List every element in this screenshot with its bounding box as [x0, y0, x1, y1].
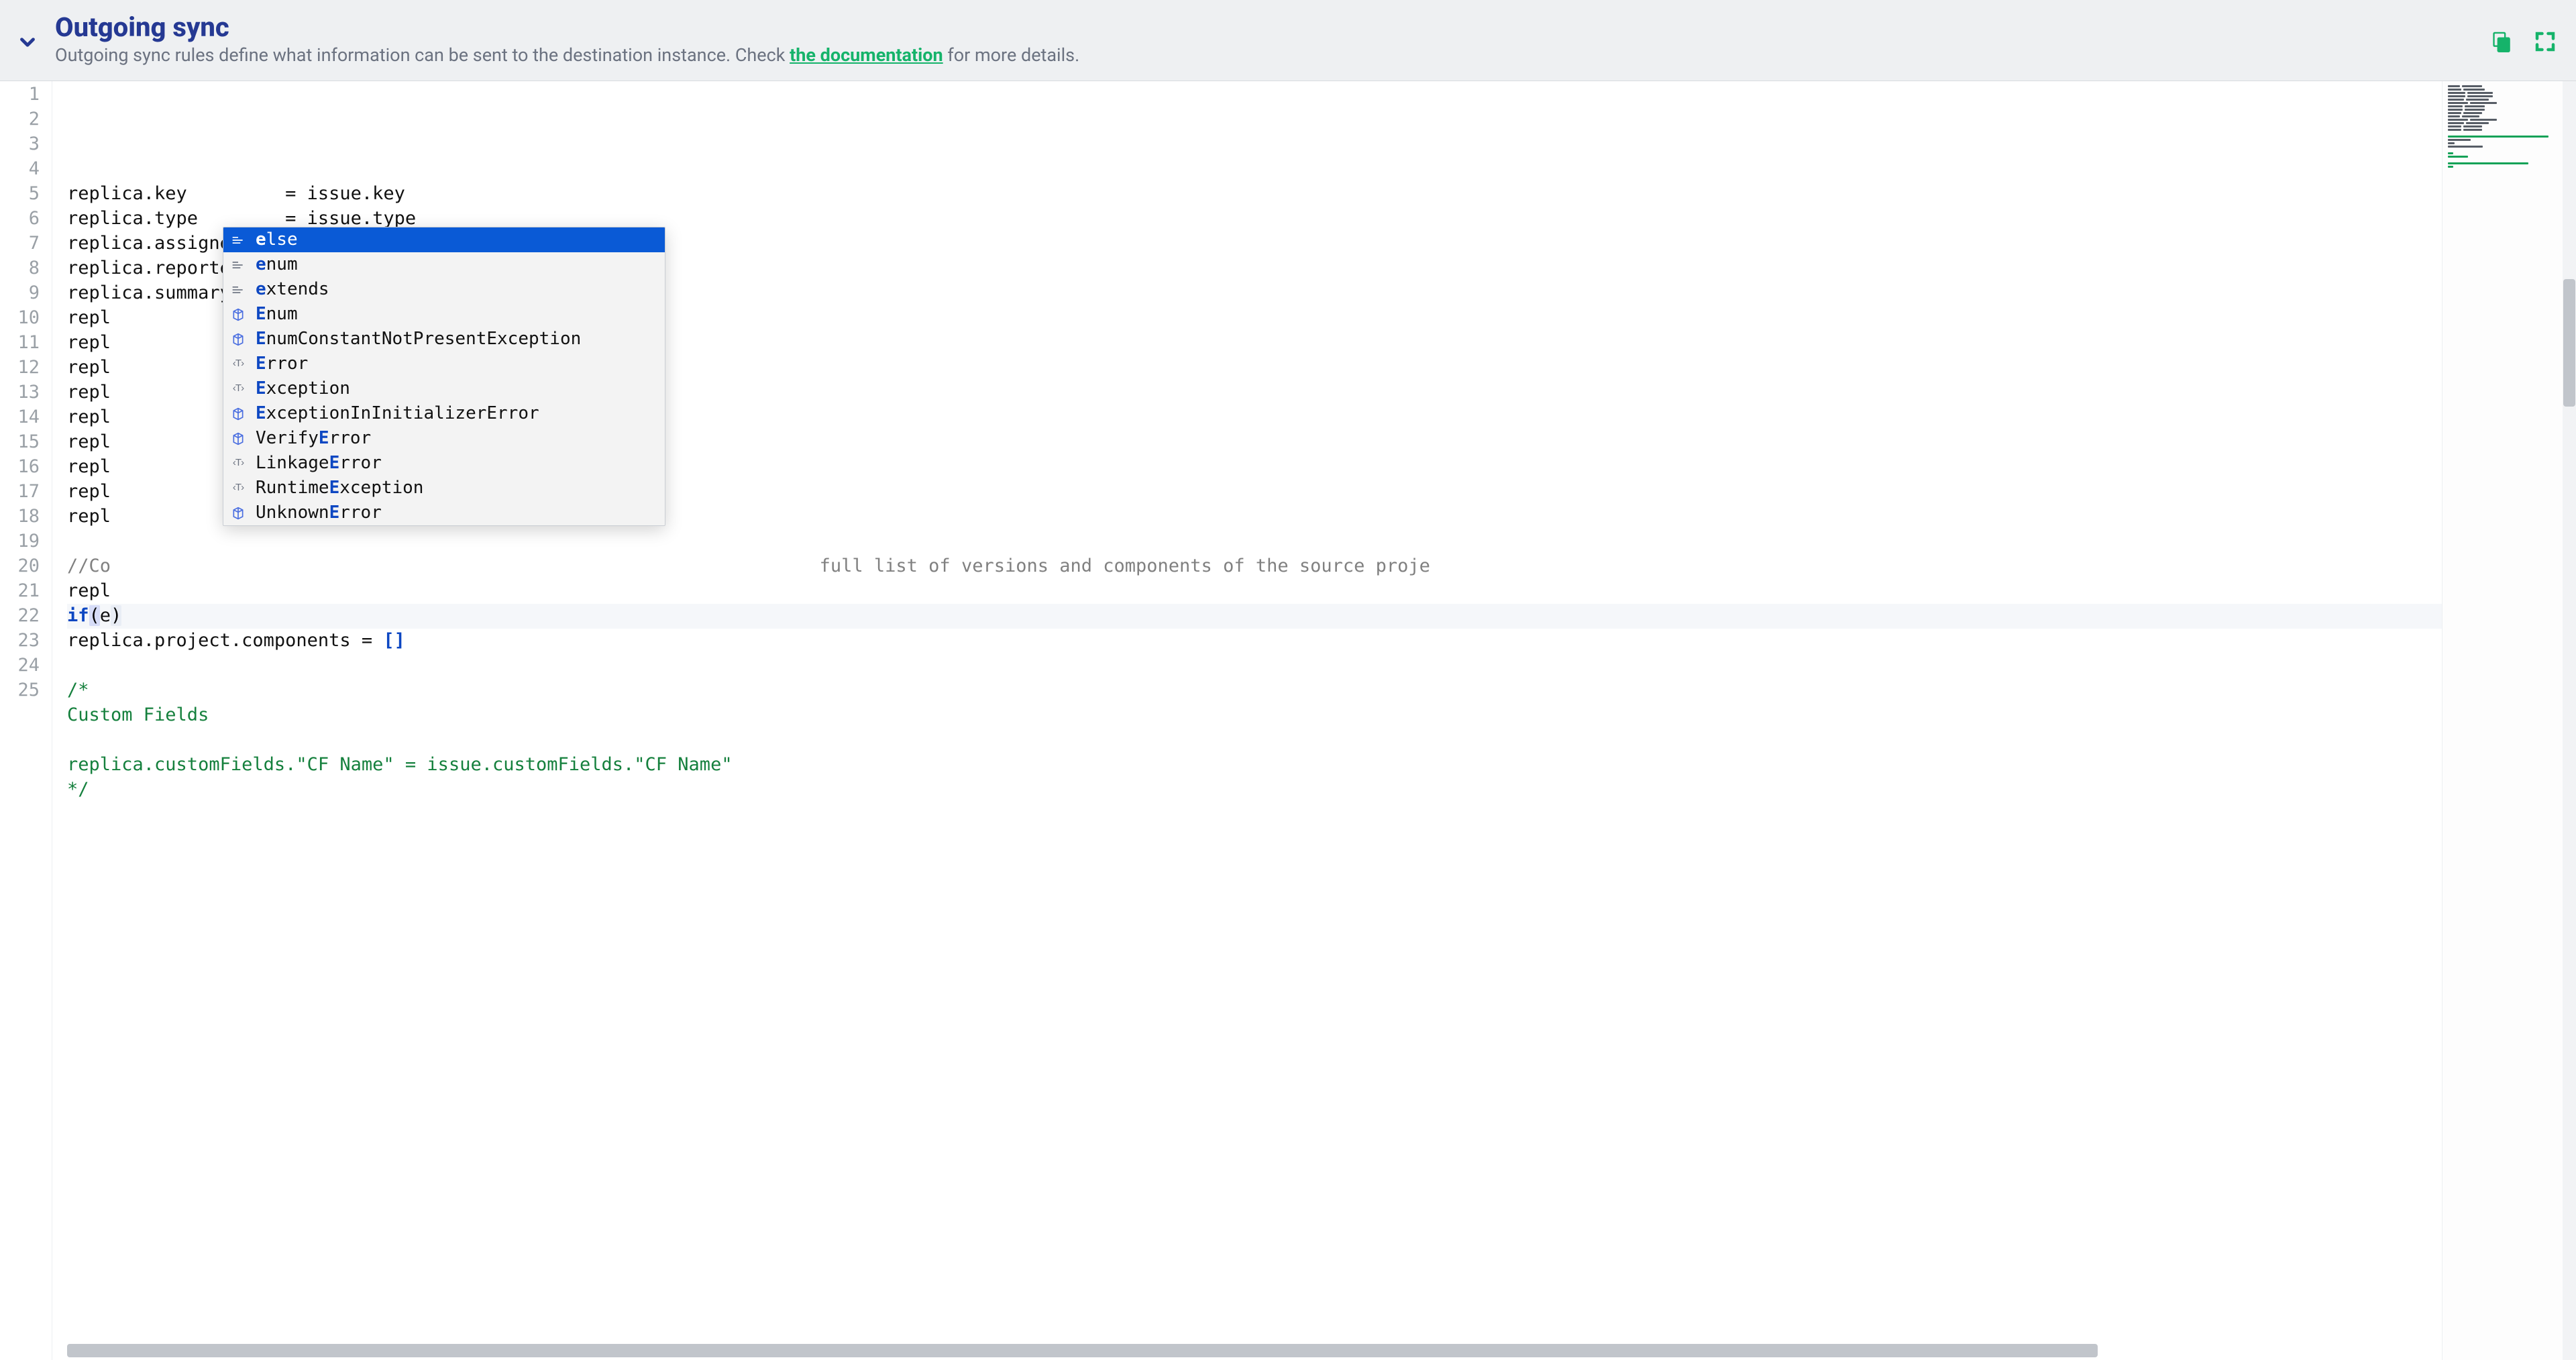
autocomplete-item[interactable]: ‹T›Exception	[223, 376, 665, 401]
copy-button[interactable]	[2489, 29, 2514, 54]
code-line[interactable]: replica.customFields."CF Name" = issue.c…	[67, 753, 2442, 778]
code-editor[interactable]: 1234567891011121314151617181920212223242…	[0, 81, 2442, 1360]
autocomplete-popup[interactable]: elseenumextendsEnumEnumConstantNotPresen…	[223, 227, 665, 526]
collapse-toggle[interactable]	[16, 21, 39, 56]
line-number: 13	[0, 380, 40, 405]
code-line[interactable]: replica.project.components = []	[67, 629, 2442, 653]
code-line[interactable]	[67, 728, 2442, 753]
line-number: 15	[0, 430, 40, 455]
line-number: 7	[0, 231, 40, 256]
subtitle-post: for more details.	[943, 44, 1080, 66]
autocomplete-label: UnknownError	[256, 501, 382, 525]
code-line[interactable]: repl	[67, 579, 2442, 604]
line-number: 21	[0, 579, 40, 604]
code-content[interactable]: replica.key = issue.keyreplica.type = is…	[52, 81, 2442, 1360]
line-number: 22	[0, 604, 40, 629]
autocomplete-item[interactable]: else	[223, 227, 665, 252]
autocomplete-item[interactable]: ‹T›Error	[223, 352, 665, 376]
line-number: 23	[0, 629, 40, 653]
code-line[interactable]: //Co full list of versions and component…	[67, 554, 2442, 579]
line-number: 5	[0, 182, 40, 207]
autocomplete-item[interactable]: extends	[223, 277, 665, 302]
autocomplete-item[interactable]: EnumConstantNotPresentException	[223, 327, 665, 352]
line-number: 8	[0, 256, 40, 281]
autocomplete-item[interactable]: VerifyError	[223, 426, 665, 451]
line-number: 14	[0, 405, 40, 430]
code-line[interactable]: /*	[67, 678, 2442, 703]
autocomplete-item[interactable]: ExceptionInInitializerError	[223, 401, 665, 426]
line-number: 10	[0, 306, 40, 331]
line-number: 17	[0, 480, 40, 505]
code-line[interactable]	[67, 529, 2442, 554]
autocomplete-item[interactable]: UnknownError	[223, 501, 665, 525]
line-number: 16	[0, 455, 40, 480]
autocomplete-label: extends	[256, 278, 329, 302]
expand-icon	[2533, 30, 2557, 54]
panel-header: Outgoing sync Outgoing sync rules define…	[0, 0, 2576, 81]
autocomplete-label: Exception	[256, 377, 350, 401]
autocomplete-label: enum	[256, 253, 298, 277]
autocomplete-label: Error	[256, 352, 308, 376]
line-number: 25	[0, 678, 40, 703]
autocomplete-item[interactable]: Enum	[223, 302, 665, 327]
code-line[interactable]: if(e)	[67, 604, 2442, 629]
fullscreen-button[interactable]	[2533, 30, 2557, 54]
line-number: 24	[0, 653, 40, 678]
line-number: 19	[0, 529, 40, 554]
line-number: 18	[0, 505, 40, 529]
autocomplete-label: else	[256, 228, 298, 252]
autocomplete-label: VerifyError	[256, 427, 371, 451]
panel-subtitle: Outgoing sync rules define what informat…	[55, 44, 2473, 66]
vertical-scrollbar-thumb[interactable]	[2563, 279, 2575, 407]
autocomplete-label: RuntimeException	[256, 476, 423, 501]
code-line[interactable]: replica.key = issue.key	[67, 182, 2442, 207]
chevron-down-icon	[16, 31, 39, 54]
line-number: 11	[0, 331, 40, 356]
line-number: 12	[0, 356, 40, 380]
header-text: Outgoing sync Outgoing sync rules define…	[55, 12, 2473, 66]
editor-area: 1234567891011121314151617181920212223242…	[0, 81, 2576, 1360]
autocomplete-label: LinkageError	[256, 452, 382, 476]
code-line[interactable]: Custom Fields	[67, 703, 2442, 728]
line-number-gutter: 1234567891011121314151617181920212223242…	[0, 81, 52, 1360]
horizontal-scrollbar-thumb[interactable]	[67, 1344, 2098, 1357]
copy-icon	[2489, 29, 2514, 54]
line-number: 1	[0, 83, 40, 107]
header-actions	[2489, 23, 2557, 54]
autocomplete-item[interactable]: ‹T›LinkageError	[223, 451, 665, 476]
vertical-scrollbar[interactable]	[2563, 81, 2576, 1360]
autocomplete-label: EnumConstantNotPresentException	[256, 327, 581, 352]
autocomplete-item[interactable]: ‹T›RuntimeException	[223, 476, 665, 501]
line-number: 20	[0, 554, 40, 579]
line-number: 6	[0, 207, 40, 231]
autocomplete-label: Enum	[256, 303, 298, 327]
documentation-link[interactable]: the documentation	[790, 44, 943, 66]
autocomplete-item[interactable]: enum	[223, 252, 665, 277]
minimap-content	[2448, 85, 2571, 168]
line-number: 2	[0, 107, 40, 132]
line-number: 4	[0, 157, 40, 182]
line-number: 9	[0, 281, 40, 306]
subtitle-pre: Outgoing sync rules define what informat…	[55, 44, 790, 66]
editor-minimap[interactable]	[2442, 81, 2576, 1360]
code-line[interactable]	[67, 653, 2442, 678]
horizontal-scrollbar[interactable]	[67, 1344, 2428, 1357]
panel-title: Outgoing sync	[55, 12, 2473, 43]
line-number: 3	[0, 132, 40, 157]
autocomplete-label: ExceptionInInitializerError	[256, 402, 539, 426]
code-line[interactable]: */	[67, 778, 2442, 802]
